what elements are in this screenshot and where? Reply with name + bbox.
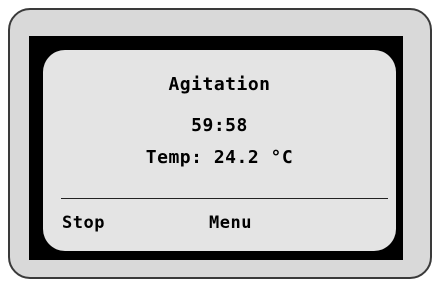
countdown-timer: 59:58 <box>191 115 248 136</box>
menu-softkey[interactable]: Menu <box>209 213 252 233</box>
softkey-divider <box>61 198 388 199</box>
stop-softkey[interactable]: Stop <box>62 213 105 233</box>
lcd-screen: Agitation 59:58 Temp: 24.2 °C Stop Menu <box>43 50 396 251</box>
mode-title: Agitation <box>168 74 271 95</box>
temperature-readout: Temp: 24.2 °C <box>145 147 294 168</box>
